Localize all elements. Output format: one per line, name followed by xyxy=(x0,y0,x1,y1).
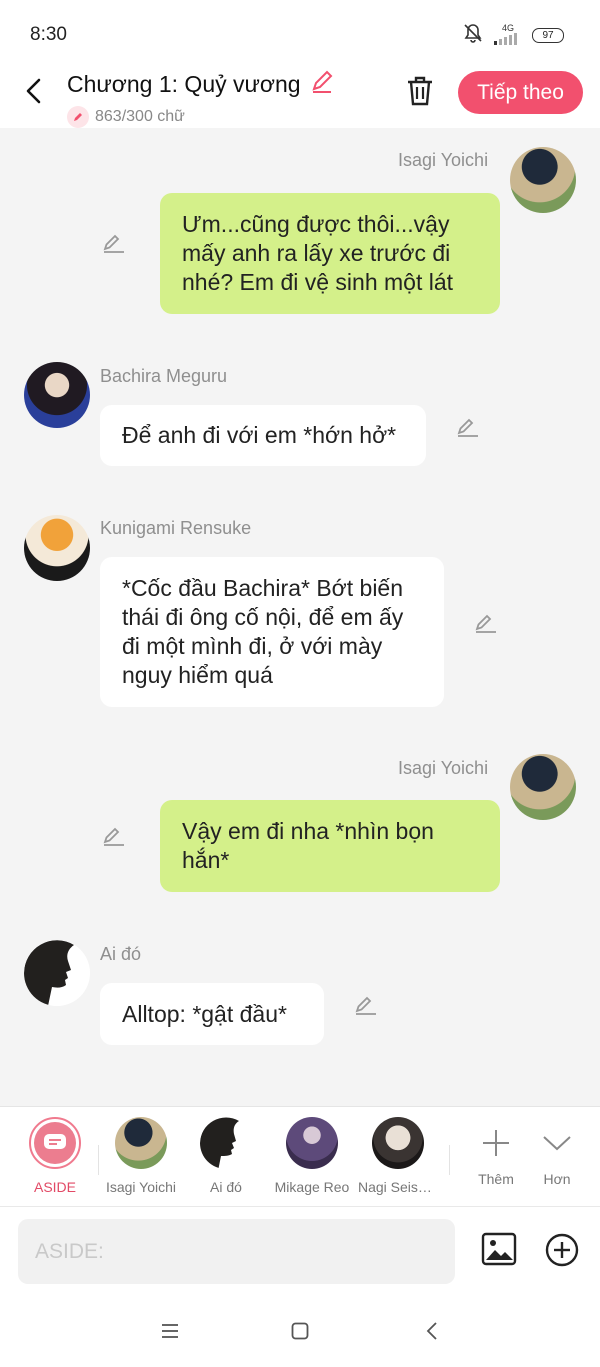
avatar[interactable] xyxy=(510,147,576,213)
word-count-pencil-icon xyxy=(67,106,89,128)
roster-item-mikage-reo[interactable]: Mikage Reo xyxy=(272,1117,352,1195)
chat-area: Isagi Yoichi Ưm...cũng được thôi...vậy m… xyxy=(0,128,600,1106)
edit-icon[interactable] xyxy=(102,232,126,259)
message-bubble[interactable]: *Cốc đầu Bachira* Bớt biến thái đi ông c… xyxy=(100,557,444,707)
message-bubble[interactable]: Ưm...cũng được thôi...vậy mấy anh ra lấy… xyxy=(160,193,500,314)
roster-item-ai-do[interactable]: Ai đó xyxy=(186,1117,266,1195)
edit-icon[interactable] xyxy=(474,612,498,639)
roster-label: ASIDE xyxy=(33,1179,76,1195)
character-roster: ASIDE Isagi Yoichi Ai đó Mikage Reo Nagi… xyxy=(0,1106,600,1207)
trash-icon[interactable] xyxy=(404,74,436,113)
plus-icon xyxy=(483,1130,509,1156)
message-bubble[interactable]: Vậy em đi nha *nhìn bọn hắn* xyxy=(160,800,500,892)
mute-bell-icon xyxy=(462,22,484,49)
avatar xyxy=(286,1117,338,1169)
edit-icon[interactable] xyxy=(456,416,480,443)
message-input[interactable] xyxy=(18,1219,455,1284)
word-count: 863/300 chữ xyxy=(95,108,185,125)
edit-icon[interactable] xyxy=(354,994,378,1021)
home-icon[interactable] xyxy=(291,1322,309,1345)
pencil-icon[interactable] xyxy=(309,68,335,100)
title-area: Chương 1: Quỷ vương 863/300 chữ xyxy=(67,68,335,128)
status-time: 8:30 xyxy=(30,24,67,45)
roster-item-aside[interactable]: ASIDE xyxy=(15,1117,95,1195)
roster-item-nagi[interactable]: Nagi Seishiro xyxy=(358,1117,438,1195)
speaker-name: Isagi Yoichi xyxy=(398,150,489,170)
divider xyxy=(449,1145,450,1175)
chevron-down-icon xyxy=(543,1136,571,1151)
avatar[interactable] xyxy=(24,940,90,1006)
divider xyxy=(98,1145,99,1175)
speaker-name: Isagi Yoichi xyxy=(398,758,489,778)
roster-label: Ai đó xyxy=(210,1179,242,1195)
add-circle-icon[interactable] xyxy=(545,1233,579,1272)
battery-indicator: 97 xyxy=(532,28,564,43)
edit-icon[interactable] xyxy=(102,825,126,852)
system-nav-bar xyxy=(0,1302,600,1367)
speech-bubble-icon xyxy=(44,1134,66,1149)
roster-item-isagi[interactable]: Isagi Yoichi xyxy=(101,1117,181,1195)
roster-label: Nagi Seishiro xyxy=(358,1179,438,1195)
chapter-title[interactable]: Chương 1: Quỷ vương xyxy=(67,71,301,98)
next-button[interactable]: Tiếp theo xyxy=(458,71,583,114)
avatar[interactable] xyxy=(24,515,90,581)
roster-label: Isagi Yoichi xyxy=(105,1179,177,1195)
speaker-name: Ai đó xyxy=(100,944,142,964)
message-bubble[interactable]: Alltop: *gật đầu* xyxy=(100,983,324,1045)
avatar[interactable] xyxy=(24,362,90,428)
menu-icon[interactable] xyxy=(161,1323,179,1344)
speaker-name: Kunigami Rensuke xyxy=(100,518,252,538)
back-icon[interactable] xyxy=(22,76,46,111)
image-icon[interactable] xyxy=(481,1231,517,1272)
chapter-header: Chương 1: Quỷ vương 863/300 chữ Tiếp the… xyxy=(0,64,600,128)
nav-back-icon[interactable] xyxy=(425,1321,439,1346)
message-bubble[interactable]: Để anh đi với em *hớn hở* xyxy=(100,405,426,466)
avatar xyxy=(200,1117,252,1169)
more-button[interactable]: Hơn xyxy=(517,1117,597,1187)
avatar xyxy=(115,1117,167,1169)
speaker-name: Bachira Meguru xyxy=(100,366,228,386)
avatar xyxy=(372,1117,424,1169)
roster-label: Mikage Reo xyxy=(274,1179,350,1195)
composer xyxy=(0,1206,600,1303)
avatar[interactable] xyxy=(510,754,576,820)
network-indicator: 4G xyxy=(494,24,522,47)
status-bar: 8:30 4G 97 xyxy=(0,0,600,64)
